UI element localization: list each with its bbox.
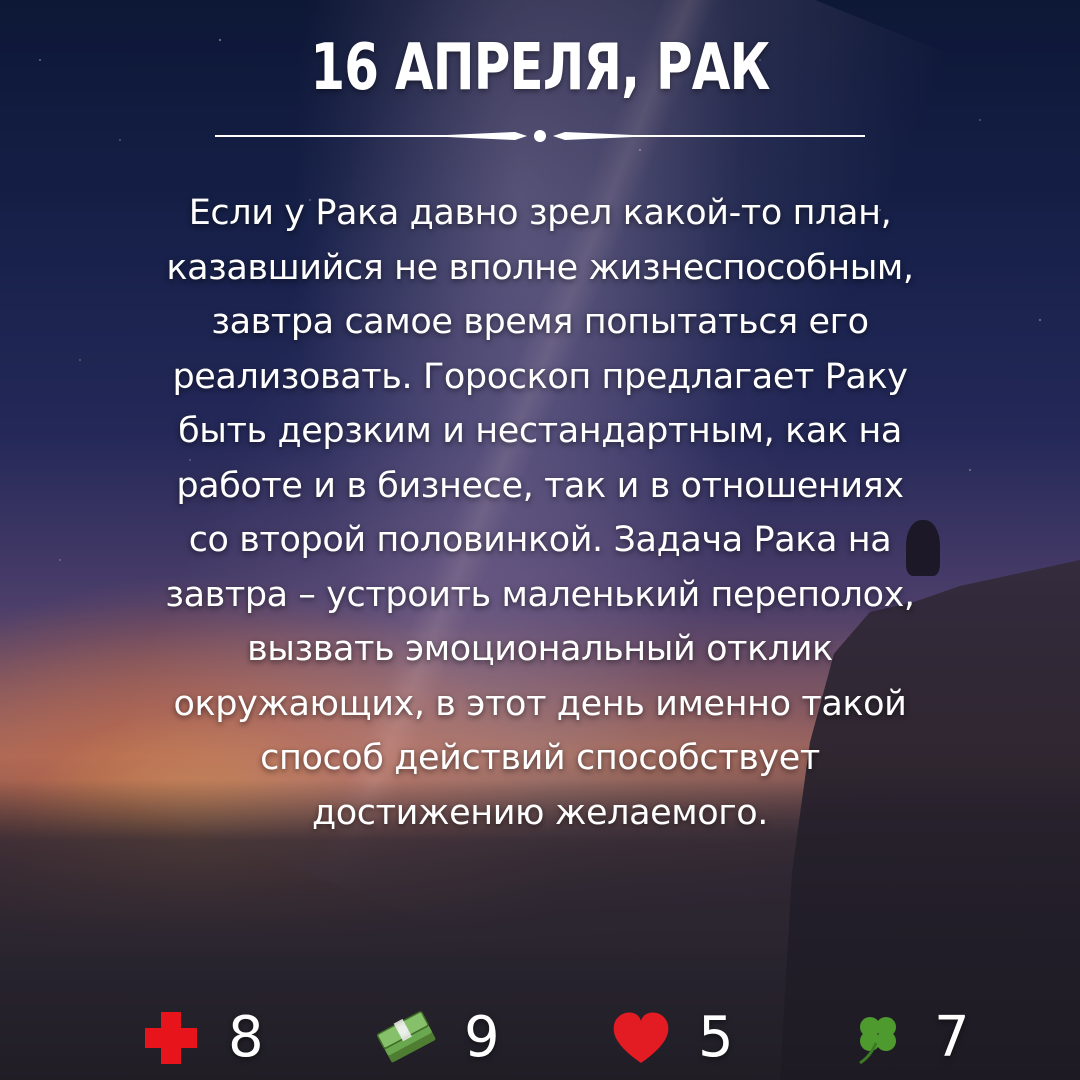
forecast-text: Если у Рака давно зрел какой-то план, ка… (70, 186, 1010, 840)
money-stack-icon (376, 1007, 438, 1069)
ratings-bar: 8 9 5 7 (0, 1000, 1080, 1076)
rating-love: 5 (610, 1000, 734, 1076)
rating-money-value: 9 (464, 1005, 500, 1070)
forecast-line: вызвать эмоциональный отклик (247, 629, 833, 669)
forecast-line: реализовать. Гороскоп предлагает Раку (172, 356, 908, 397)
forecast-line: со второй половинкой. Задача Рака на (188, 520, 892, 560)
forecast-line: быть дерзким и нестандартным, как на (178, 411, 902, 451)
ornament-divider (215, 130, 865, 142)
rating-luck: 7 (846, 1000, 970, 1076)
rating-health-value: 8 (228, 1005, 264, 1070)
rating-luck-value: 7 (934, 1005, 970, 1070)
forecast-line: способ действий способствует (260, 738, 820, 778)
forecast-line: работе и в бизнесе, так и в отношениях (176, 465, 904, 506)
forecast-line: завтра – устроить маленький переполох, (165, 574, 915, 615)
horoscope-card: 16 АПРЕЛЯ, РАК Если у Рака давно зрел ка… (0, 0, 1080, 1080)
forecast-line: окружающих, в этот день именно такой (173, 683, 907, 724)
rating-money: 9 (376, 1000, 500, 1076)
rating-love-value: 5 (698, 1005, 734, 1070)
forecast-line: казавшийся не вполне жизнеспособным, (166, 247, 914, 288)
heart-icon (610, 1007, 672, 1069)
four-leaf-clover-icon (846, 1007, 908, 1069)
rating-health: 8 (140, 1000, 264, 1076)
forecast-line: Если у Рака давно зрел какой-то план, (188, 193, 892, 233)
forecast-line: завтра самое время попытаться его (211, 302, 869, 342)
forecast-line: достижению желаемого. (311, 792, 769, 833)
page-title: 16 АПРЕЛЯ, РАК (310, 31, 770, 105)
health-cross-icon (140, 1007, 202, 1069)
